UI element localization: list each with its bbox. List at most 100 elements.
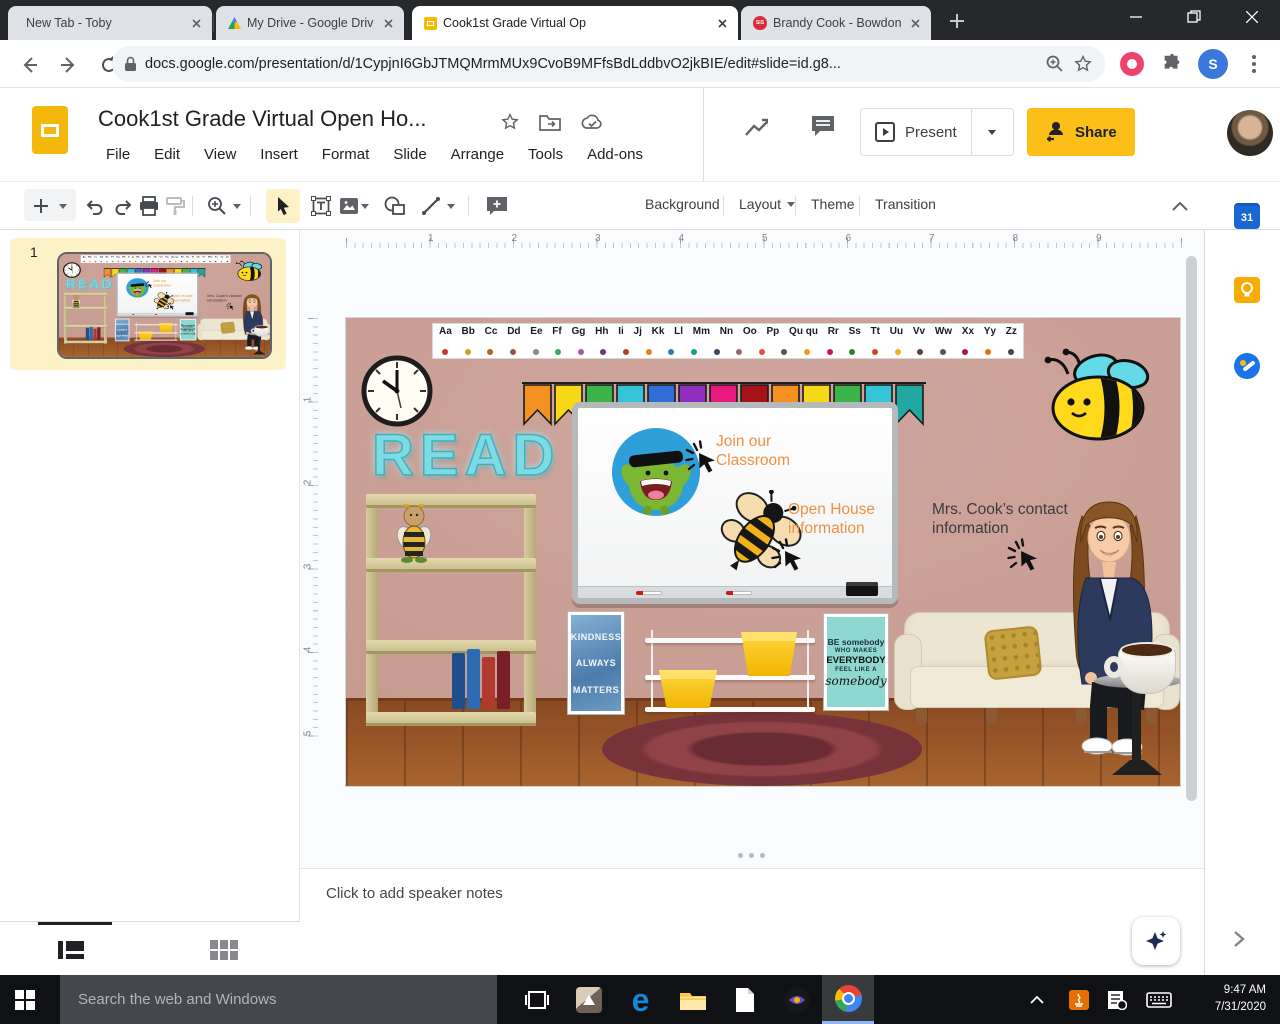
explore-button[interactable] [1132,917,1180,965]
task-view-icon[interactable] [512,975,561,1024]
shape-tool-icon[interactable] [380,191,410,221]
account-avatar[interactable] [1227,110,1273,156]
menu-item[interactable]: Arrange [441,142,514,167]
move-to-folder-icon[interactable] [538,110,562,134]
filmstrip-panel: 1 Aa Bb Cc Dd Ee Ff Gg Hh Ii Jj Kk Ll Mm Nn Oo Pp Qu qu R… [0,230,300,921]
menu-item[interactable]: View [194,142,246,167]
activity-trend-icon[interactable] [744,116,768,140]
slide-1-thumbnail[interactable]: Aa Bb Cc Dd Ee Ff Gg Hh Ii Jj Kk Ll Mm Nn Oo Pp Qu qu Rr S… [57,252,272,359]
tab-close-icon[interactable] [907,15,923,31]
expand-panel-chevron-icon[interactable] [1233,930,1245,948]
zoom-caret[interactable] [228,191,246,221]
taskbar-search-input[interactable]: Search the web and Windows [60,975,497,1024]
open-house-link[interactable]: Open House information [788,500,875,538]
extensions-puzzle-icon[interactable] [1158,50,1186,78]
tab-close-icon[interactable] [714,15,730,31]
theme-button[interactable]: Theme [805,192,861,216]
start-button[interactable] [0,975,49,1024]
notes-resize-handle[interactable] [738,853,765,858]
chrome-taskbar-icon[interactable] [822,975,874,1024]
document-app-icon[interactable] [720,975,769,1024]
new-slide-plus-icon[interactable] [26,191,56,221]
slide-page[interactable]: Aa Bb Cc Dd Ee Ff Gg Hh Ii Jj Kk Ll Mm Nn Oo Pp Qu qu Rr S… [346,318,1180,786]
rug [602,712,922,786]
tab-slides-active[interactable]: Cook1st Grade Virtual Op [412,6,738,40]
alphabet-picture-dot [487,349,494,355]
file-explorer-icon[interactable] [668,975,717,1024]
url-bar[interactable]: docs.google.com/presentation/d/1CypjnI6G… [112,46,1105,82]
paint-app-icon[interactable] [564,975,613,1024]
open-house-link[interactable]: Open House information [171,294,193,302]
window-minimize-button[interactable] [1113,0,1159,34]
tab-google-drive[interactable]: My Drive - Google Drive [216,6,404,40]
add-comment-icon[interactable] [482,191,512,221]
text-box-icon[interactable] [306,191,336,221]
forward-icon[interactable] [56,52,82,78]
tab-close-icon[interactable] [380,15,396,31]
alphabet-letter: Jj [633,326,642,337]
tab-sis[interactable]: SIS Brandy Cook - Bowdon El [741,6,931,40]
new-tab-button[interactable] [946,10,968,32]
drive-icon [228,17,241,29]
cloud-saved-icon[interactable] [580,110,604,134]
edge-browser-icon[interactable]: e [616,975,665,1024]
tasks-icon[interactable] [1233,352,1261,380]
grid-view-icon[interactable] [210,939,238,961]
transition-button[interactable]: Transition [869,192,942,216]
collapse-toolbar-icon[interactable] [1165,191,1195,221]
taskbar-clock[interactable]: 9:47 AM 7/31/2020 [1180,982,1266,1015]
bookmark-star-icon[interactable] [1073,54,1093,74]
calendar-icon[interactable]: 31 [1233,202,1261,230]
canvas-vertical-scrollbar[interactable] [1186,256,1197,801]
menu-item[interactable]: Format [312,142,380,167]
undo-icon[interactable] [80,191,110,221]
menu-item[interactable]: Edit [144,142,190,167]
join-classroom-link[interactable]: Join our Classroom [153,279,172,287]
menu-item[interactable]: Insert [250,142,308,167]
filmstrip-view-icon[interactable] [58,939,84,961]
document-title[interactable]: Cook1st Grade Virtual Open Ho... [98,106,427,132]
star-document-icon[interactable] [498,110,522,134]
share-button[interactable]: Share [1027,108,1135,156]
chrome-profile-avatar[interactable]: S [1198,49,1228,79]
image-caret[interactable] [356,191,374,221]
layout-button[interactable]: Layout [733,192,801,216]
book [97,327,101,341]
join-classroom-link[interactable]: Join our Classroom [716,432,790,470]
new-slide-caret[interactable] [54,191,72,221]
paint-format-icon[interactable] [160,191,190,221]
back-icon[interactable] [16,52,42,78]
alphabet-picture-dot [509,349,516,355]
alphabet-letter: Ww [207,255,213,259]
poster-line: EVERYBODY [826,654,886,666]
menu-item[interactable]: Add-ons [577,142,653,167]
tab-new-tab[interactable]: New Tab - Toby [8,6,212,40]
present-button[interactable]: Present [860,108,1014,156]
comments-icon[interactable] [810,114,834,138]
menu-item[interactable]: Tools [518,142,573,167]
line-caret[interactable] [442,191,460,221]
browser-menu-kebab-icon[interactable] [1240,50,1268,78]
present-dropdown-caret[interactable] [972,129,1013,135]
zoom-page-icon[interactable] [1045,54,1065,74]
window-close-button[interactable] [1229,0,1275,34]
toby-extension-icon[interactable] [1118,50,1146,78]
select-tool-icon[interactable] [266,189,300,223]
keep-icon[interactable] [1233,276,1261,304]
alphabet-picture-dot [668,349,675,355]
ruler-number: 2 [511,232,517,244]
background-button[interactable]: Background [639,192,726,216]
menu-item[interactable]: File [96,142,140,167]
slides-favicon [424,16,437,30]
eye-app-icon[interactable] [772,975,821,1024]
menu-item[interactable]: Slide [383,142,436,167]
alphabet-letter: Ee [530,326,543,337]
tab-title: My Drive - Google Drive [247,16,374,30]
banner-flag [895,384,924,426]
speaker-notes-input[interactable]: Click to add speaker notes [326,885,503,902]
window-maximize-button[interactable] [1171,0,1217,34]
alphabet-letter: Rr [180,255,184,259]
keyboard-tray-icon[interactable] [1134,975,1183,1024]
tab-close-icon[interactable] [188,15,204,31]
slides-app-icon[interactable] [32,106,68,154]
